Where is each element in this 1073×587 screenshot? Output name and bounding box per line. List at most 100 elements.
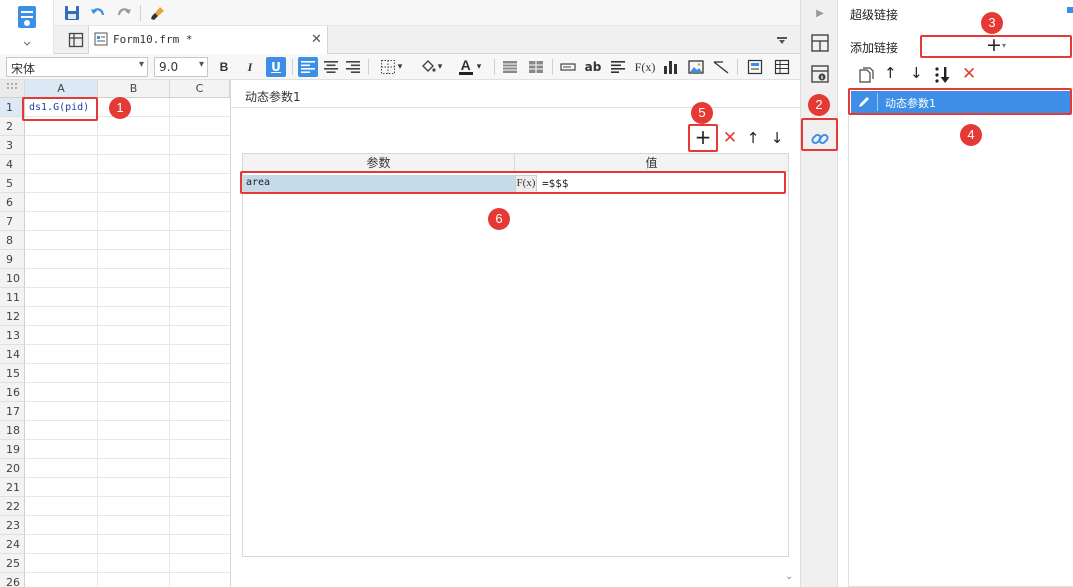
add-link-dropdown[interactable]: + ▾ — [920, 34, 1072, 57]
row-header[interactable]: 25 — [0, 554, 25, 573]
tab-menu-button[interactable] — [772, 30, 792, 50]
row-header[interactable]: 1 — [0, 98, 25, 117]
copy-icon — [859, 67, 874, 83]
move-up-button[interactable]: ↑ — [745, 128, 761, 148]
add-parameter-button[interactable]: + — [693, 127, 713, 148]
param-value-field[interactable]: =$$$ — [539, 175, 788, 193]
designer-window: Form10.frm * ✕ 宋体 ▾ 9.0 ▾ B I U ▾ ▾ A ▾ … — [0, 0, 1073, 587]
align-right-icon — [346, 61, 360, 73]
hyperlink-panel: 超级链接 添加链接 + ▾ ↑ ↓ ✕ 动态参数1 — [838, 0, 1073, 587]
row-header[interactable]: 6 — [0, 193, 25, 212]
row-header[interactable]: 16 — [0, 383, 25, 402]
split-cells-button[interactable] — [526, 57, 546, 77]
border-icon — [380, 60, 395, 74]
link-list-item[interactable]: 动态参数1 — [851, 91, 1072, 113]
copy-link-button[interactable] — [858, 67, 874, 83]
step-badge-3: 3 — [981, 12, 1003, 34]
link-move-down-button[interactable]: ↓ — [910, 64, 923, 82]
param-value-text: =$$$ — [542, 177, 569, 190]
delete-parameter-button[interactable]: ✕ — [720, 128, 740, 148]
row-header[interactable]: 13 — [0, 326, 25, 345]
insert-formula-button[interactable]: F(x) — [633, 57, 657, 77]
row-header[interactable]: 17 — [0, 402, 25, 421]
sheet-view-button[interactable] — [66, 30, 86, 50]
row-header[interactable]: 3 — [0, 136, 25, 155]
font-color-button[interactable]: A ▾ — [452, 57, 488, 77]
align-left-button[interactable] — [298, 57, 318, 77]
cell-a1[interactable]: ds1.G(pid) — [27, 99, 97, 117]
format-painter-button[interactable] — [148, 3, 168, 23]
row-header[interactable]: 24 — [0, 535, 25, 554]
hyperlink-panel-title: 超级链接 — [850, 8, 899, 22]
step-badge-1: 1 — [109, 97, 131, 119]
row-header[interactable]: 23 — [0, 516, 25, 535]
cell-grid-icon — [811, 34, 829, 52]
row-header[interactable]: 11 — [0, 288, 25, 307]
align-center-button[interactable] — [321, 57, 341, 77]
undo-icon — [91, 8, 105, 16]
row-header[interactable]: 15 — [0, 364, 25, 383]
sub-report-button[interactable] — [772, 57, 792, 77]
row-header[interactable]: 20 — [0, 459, 25, 478]
insert-image-button[interactable] — [686, 57, 706, 77]
panel-pin-icon[interactable] — [1067, 7, 1073, 13]
row-header[interactable]: 8 — [0, 231, 25, 250]
row-header[interactable]: 7 — [0, 212, 25, 231]
merge-cells-button[interactable] — [500, 57, 520, 77]
font-name-value: 宋体 — [11, 62, 36, 76]
row-header[interactable]: 4 — [0, 155, 25, 174]
param-name-cell[interactable]: area — [243, 175, 515, 193]
row-header[interactable]: 21 — [0, 478, 25, 497]
font-name-select[interactable]: 宋体 ▾ — [6, 57, 148, 77]
fx-icon: F(x) — [516, 177, 536, 189]
row-header[interactable]: 5 — [0, 174, 25, 193]
row-header[interactable]: 19 — [0, 440, 25, 459]
row-header[interactable]: 10 — [0, 269, 25, 288]
save-button[interactable] — [62, 3, 82, 23]
move-down-button[interactable]: ↓ — [769, 128, 785, 148]
cell-attribute-tab[interactable] — [811, 34, 829, 52]
redo-button[interactable] — [114, 3, 134, 23]
column-header-c[interactable]: C — [170, 80, 230, 98]
fill-color-button[interactable]: ▾ — [414, 57, 448, 77]
row-header[interactable]: 18 — [0, 421, 25, 440]
scroll-down-icon[interactable]: ⌄ — [785, 571, 793, 582]
border-button[interactable]: ▾ — [374, 57, 408, 77]
paragraph-button[interactable] — [608, 57, 628, 77]
row-header[interactable]: 26 — [0, 573, 25, 587]
form-icon — [747, 59, 763, 75]
row-header[interactable]: 9 — [0, 250, 25, 269]
file-tab[interactable]: Form10.frm * ✕ — [88, 26, 328, 54]
column-header-b[interactable]: B — [98, 80, 170, 98]
insert-chart-button[interactable] — [661, 57, 681, 77]
row-header[interactable]: 12 — [0, 307, 25, 326]
link-list: 动态参数1 — [848, 88, 1073, 587]
link-move-up-button[interactable]: ↑ — [884, 64, 897, 82]
font-size-select[interactable]: 9.0 ▾ — [154, 57, 208, 77]
column-header-a[interactable]: A — [25, 80, 98, 98]
link-sort-button[interactable] — [934, 66, 952, 84]
close-tab-icon[interactable]: ✕ — [311, 32, 322, 47]
undo-button[interactable] — [88, 3, 108, 23]
cell-element-button[interactable] — [745, 57, 765, 77]
row-header[interactable]: 14 — [0, 345, 25, 364]
slash-button[interactable] — [711, 57, 731, 77]
grip-icon — [7, 83, 17, 89]
app-menu-button[interactable] — [0, 0, 54, 54]
align-right-button[interactable] — [343, 57, 363, 77]
insert-text-button[interactable]: ab — [583, 57, 603, 77]
bold-button[interactable]: B — [214, 57, 234, 77]
widget-attribute-tab[interactable] — [811, 65, 829, 83]
step-badge-2: 2 — [808, 94, 830, 116]
parameter-table: 参数 值 area F(x) =$$$ — [242, 153, 789, 557]
text-field-button[interactable] — [558, 57, 578, 77]
select-all-corner[interactable] — [0, 80, 25, 98]
delete-link-button[interactable]: ✕ — [962, 64, 976, 84]
expand-arrow-icon[interactable]: ▶ — [811, 4, 829, 22]
row-header[interactable]: 2 — [0, 117, 25, 136]
hyperlink-tab[interactable] — [810, 129, 830, 149]
italic-button[interactable]: I — [240, 57, 260, 77]
row-header[interactable]: 22 — [0, 497, 25, 516]
formula-editor-button[interactable]: F(x) — [515, 175, 537, 193]
underline-button[interactable]: U — [266, 57, 286, 77]
